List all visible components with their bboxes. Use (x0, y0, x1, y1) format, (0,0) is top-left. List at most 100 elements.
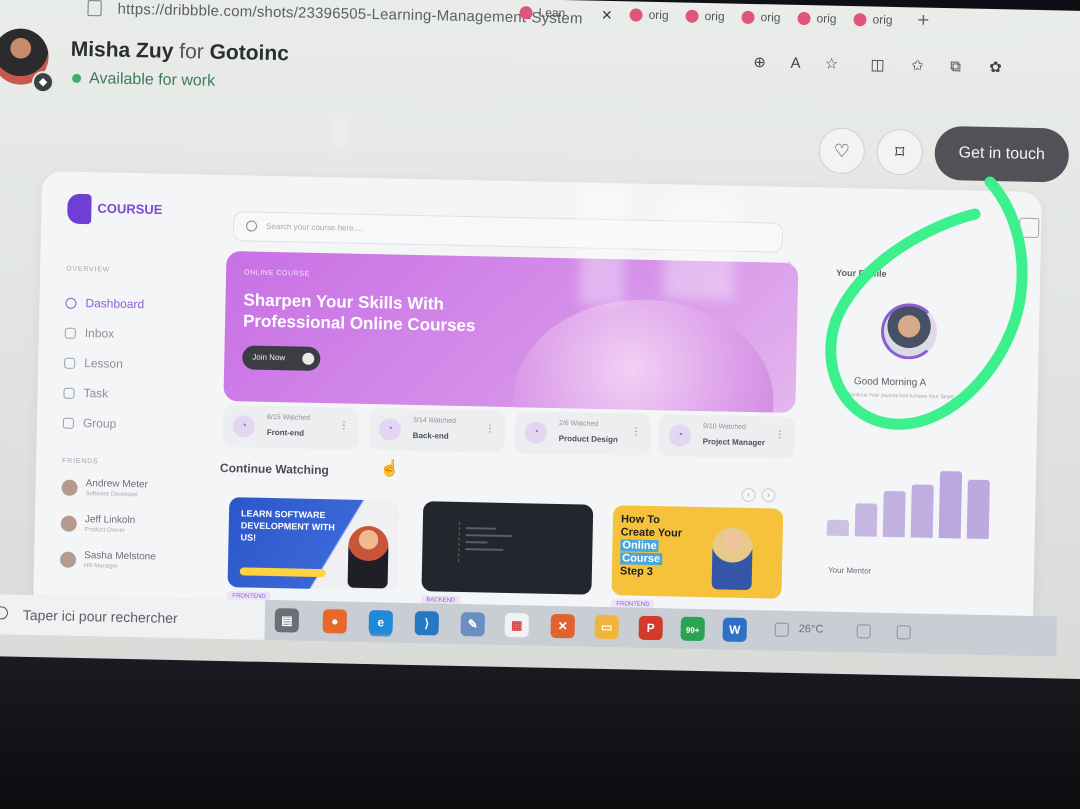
file-explorer-icon[interactable]: ▭ (594, 614, 620, 640)
activity-bar (910, 484, 934, 538)
progress-card-product-design[interactable]: ◔ 2/6 Watched Product Design ⋮ (514, 411, 652, 456)
overview-heading: OVERVIEW (66, 265, 111, 274)
progress-card-project-manager[interactable]: ◔ 9/10 Watched Project Manager ⋮ (658, 414, 796, 459)
profile-heading: Your Profile (836, 267, 887, 279)
activity-bar (966, 479, 990, 540)
course-card[interactable]: How To Create Your Online Course Step 3 (611, 505, 784, 599)
more-icon[interactable]: ⋮ (339, 420, 349, 431)
avatar (59, 551, 77, 568)
activity-chart (826, 462, 990, 540)
nav-dashboard[interactable]: Dashboard (65, 296, 144, 311)
course-title: LEARN SOFTWARE DEVELOPMENT WITH US! (240, 508, 335, 543)
dribbble-favicon-icon (629, 8, 643, 22)
avatar (61, 479, 78, 496)
coursue-logo: COURSUE (67, 193, 163, 226)
pro-badge-icon: ◆ (31, 70, 55, 94)
more-icon[interactable]: ⋮ (485, 423, 495, 434)
app-icon[interactable]: ✎ (460, 612, 486, 637)
task-icon (63, 387, 75, 400)
like-button[interactable]: ♡ (818, 127, 866, 175)
bell-icon: ◔ (668, 424, 692, 447)
progress-card-backend[interactable]: ◔ 3/14 Watched Back-end ⋮ (368, 408, 506, 453)
avatar (60, 515, 77, 532)
collections-icon[interactable]: ⧉ (944, 56, 966, 78)
system-tray-icon[interactable] (856, 624, 871, 639)
dribbble-favicon-icon (685, 9, 699, 24)
zoom-icon[interactable]: ⊕ (748, 52, 770, 74)
nav-lesson[interactable]: Lesson (64, 356, 123, 371)
shot-author: Misha Zuy for Gotoinc (70, 38, 289, 67)
screen-glare (579, 184, 627, 306)
firefox-icon[interactable]: ● (322, 609, 348, 634)
favorite-star-icon[interactable]: ☆ (820, 53, 842, 75)
nav-task[interactable]: Task (63, 386, 108, 401)
tab-lean[interactable]: Lean (519, 5, 565, 30)
bookmark-icon: ⌑ (894, 141, 905, 163)
progress-card-frontend[interactable]: ◔ 8/15 Watched Front-end ⋮ (222, 404, 360, 450)
profile-panel: Your Profile Good Morning A Continue You… (809, 247, 1016, 611)
taskbar-search-input[interactable]: Taper ici pour rechercher (0, 593, 266, 640)
read-aloud-icon[interactable]: A (784, 53, 806, 75)
more-icon[interactable]: ⋮ (775, 430, 785, 441)
store-icon[interactable]: ▦ (504, 612, 530, 638)
company-name[interactable]: Gotoinc (209, 41, 289, 66)
friend-item[interactable]: Sasha Melstone HR Manager (59, 550, 156, 571)
get-in-touch-button[interactable]: Get in touch (934, 125, 1070, 183)
author-name[interactable]: Misha Zuy (70, 38, 173, 63)
mentor-heading: Your Mentor (827, 565, 872, 576)
group-icon (62, 417, 75, 430)
temperature-text: 26°C (798, 623, 824, 636)
hero-tag: ONLINE COURSE (244, 269, 310, 278)
nav-group[interactable]: Group (62, 416, 116, 431)
whatsapp-icon[interactable]: 99+ (680, 616, 705, 642)
join-now-button[interactable]: Join Now (242, 345, 321, 371)
nav-inbox[interactable]: Inbox (64, 326, 114, 341)
search-icon (0, 606, 9, 620)
powerpoint-icon[interactable]: P (638, 615, 663, 641)
dribbble-favicon-icon (519, 6, 533, 20)
tab-orig-4[interactable]: orig (797, 11, 837, 36)
vscode-icon[interactable]: ⟩ (414, 611, 440, 636)
tab-orig-2[interactable]: orig (685, 9, 725, 34)
friend-item[interactable]: Andrew Meter Software Developer (61, 478, 148, 499)
favorites-icon[interactable]: ✩ (906, 55, 928, 77)
fullscreen-icon[interactable] (1018, 217, 1040, 239)
page-info-icon[interactable] (87, 0, 102, 17)
xampp-icon[interactable]: ✕ (550, 613, 576, 639)
weather-icon[interactable] (774, 622, 789, 637)
bell-icon: ◔ (232, 415, 256, 438)
course-card[interactable] (421, 501, 594, 595)
split-screen-icon[interactable]: ◫ (866, 54, 888, 76)
tab-orig-3[interactable]: orig (741, 10, 781, 35)
status-dot-icon (72, 74, 82, 84)
dribbble-favicon-icon (797, 12, 811, 26)
course-badge (239, 567, 326, 578)
course-card[interactable]: LEARN SOFTWARE DEVELOPMENT WITH US! (227, 497, 400, 591)
save-button[interactable]: ⌑ (876, 128, 924, 176)
next-arrow-icon[interactable]: › (761, 488, 776, 503)
tab-orig-5[interactable]: orig (853, 12, 893, 37)
prev-arrow-icon[interactable]: ‹ (741, 487, 756, 503)
word-icon[interactable]: W (722, 617, 747, 642)
inbox-icon (64, 327, 76, 340)
search-icon (245, 220, 258, 232)
profile-avatar[interactable] (880, 302, 938, 360)
task-view-icon[interactable]: ▤ (274, 608, 300, 633)
tab-orig-1[interactable]: orig (629, 7, 669, 32)
friend-item[interactable]: Jeff Linkoln Product Owner (60, 514, 135, 535)
extensions-icon[interactable]: ✿ (984, 57, 1006, 79)
new-tab-icon[interactable]: + (917, 9, 929, 32)
greeting-subtext: Continue Your Journey And Achieve Your T… (847, 392, 954, 401)
more-icon[interactable]: ⋮ (631, 427, 641, 438)
dribbble-favicon-icon (741, 11, 755, 25)
close-tab-icon[interactable]: × (601, 5, 612, 26)
hand-cursor-icon: ☝ (379, 460, 401, 478)
activity-bar (826, 519, 850, 537)
lesson-icon (64, 357, 76, 370)
screen-glare (331, 113, 347, 148)
dribbble-favicon-icon (853, 13, 867, 27)
edge-icon[interactable]: e (368, 610, 394, 635)
instructor-photo (347, 525, 389, 589)
system-tray-icon[interactable] (896, 625, 911, 640)
availability-status: Available for work (72, 70, 215, 91)
